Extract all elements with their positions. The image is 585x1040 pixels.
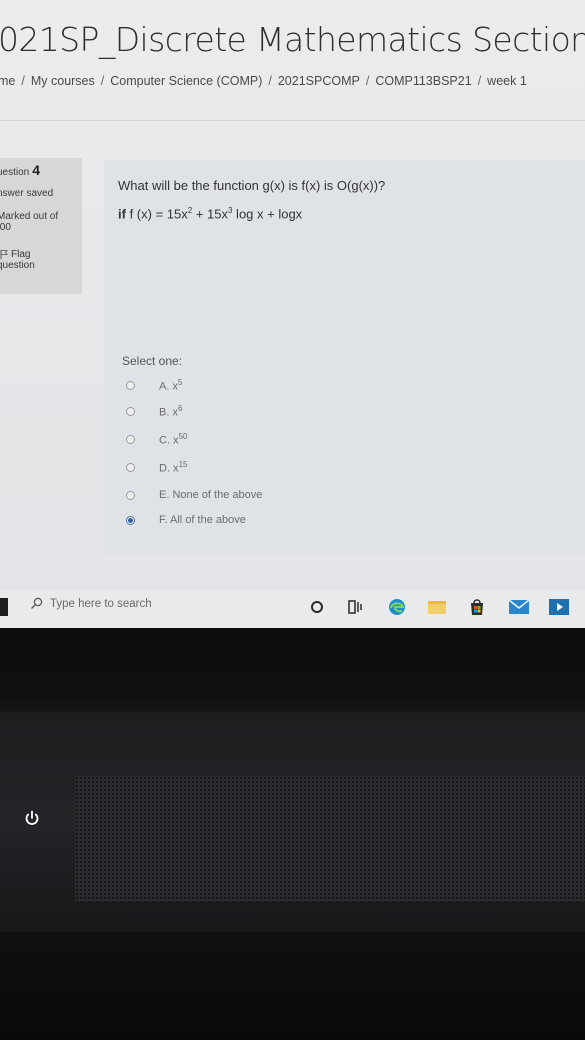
formula-if: if <box>118 206 126 222</box>
mail-icon[interactable] <box>508 597 530 617</box>
question-formula: if f (x) = 15x2 + 15x3 log x + logx <box>118 206 302 221</box>
radio-option-a[interactable] <box>126 380 135 390</box>
question-number-row: uestion 4 <box>0 162 82 178</box>
option-d-label: D. x15 <box>159 460 188 475</box>
option-f[interactable]: F. All of the above <box>126 514 246 526</box>
option-e-label: E. None of the above <box>159 489 263 501</box>
formula-fx: f (x) = 15x <box>129 206 188 222</box>
radio-option-d[interactable] <box>126 462 135 472</box>
question-text: What will be the function g(x) is f(x) i… <box>118 178 386 193</box>
option-a[interactable]: A. x5 <box>126 378 182 393</box>
radio-option-c[interactable] <box>126 434 135 444</box>
speaker-grille <box>75 776 585 902</box>
store-icon[interactable] <box>466 597 488 617</box>
option-e[interactable]: E. None of the above <box>126 489 262 501</box>
marked-out-of-label: Marked out of <box>0 211 59 222</box>
option-b-label: B. x6 <box>159 404 183 419</box>
question-number: 4 <box>32 162 41 178</box>
screen: 021SP_Discrete Mathematics Section B me /… <box>0 0 585 628</box>
flag-question-link[interactable]: Flag <box>0 249 82 260</box>
question-info: uestion4 nswer saved Marked out of .00 F… <box>0 158 82 294</box>
formula-tail: log x + logx <box>232 206 303 222</box>
flag-label-question: question <box>0 260 35 271</box>
option-c[interactable]: C. x50 <box>126 432 187 447</box>
start-button[interactable] <box>0 598 8 616</box>
task-view-icon[interactable] <box>344 597 366 617</box>
breadcrumb-separator: / <box>477 74 482 88</box>
breadcrumb-home[interactable]: me <box>0 74 15 88</box>
breadcrumb: me / My courses / Computer Science (COMP) / 20… <box>0 74 527 88</box>
marked-out-of-value: .00 <box>0 222 11 233</box>
file-explorer-icon[interactable] <box>426 597 448 617</box>
taskbar: Type here to search <box>0 590 585 628</box>
breadcrumb-separator: / <box>365 74 370 88</box>
formula-mid: + 15x <box>192 206 228 222</box>
breadcrumb-category[interactable]: Computer Science (COMP) <box>110 74 262 88</box>
flag-icon <box>0 250 8 259</box>
breadcrumb-separator: / <box>268 74 272 88</box>
flag-label: Flag <box>11 249 31 260</box>
question-panel: What will be the function g(x) is f(x) i… <box>104 160 585 554</box>
course-title: 021SP_Discrete Mathematics Section B <box>0 20 585 59</box>
breadcrumb-section[interactable]: week 1 <box>487 74 527 88</box>
option-d[interactable]: D. x15 <box>126 460 187 475</box>
question-label: uestion <box>0 167 30 178</box>
option-a-label: A. x5 <box>159 378 183 393</box>
option-b[interactable]: B. x6 <box>126 404 182 419</box>
media-icon[interactable] <box>548 597 570 617</box>
select-one-label: Select one: <box>122 354 183 368</box>
radio-option-b[interactable] <box>126 406 135 416</box>
header-divider <box>0 120 585 121</box>
option-c-label: C. x50 <box>159 432 188 447</box>
edge-icon[interactable] <box>386 597 408 617</box>
answer-status: nswer saved <box>0 188 54 199</box>
breadcrumb-my-courses[interactable]: My courses <box>31 74 95 88</box>
power-icon[interactable] <box>22 808 42 828</box>
taskbar-search-input[interactable]: Type here to search <box>50 598 152 610</box>
breadcrumb-separator: / <box>100 74 105 88</box>
radio-option-e[interactable] <box>126 490 135 500</box>
breadcrumb-course[interactable]: COMP113BSP21 <box>375 74 471 88</box>
breadcrumb-subcategory[interactable]: 2021SPCOMP <box>278 74 360 88</box>
radio-option-f[interactable] <box>126 515 135 525</box>
breadcrumb-separator: / <box>21 74 25 88</box>
search-icon <box>31 597 43 609</box>
option-f-label: F. All of the above <box>159 514 246 526</box>
cortana-icon[interactable] <box>306 597 328 617</box>
